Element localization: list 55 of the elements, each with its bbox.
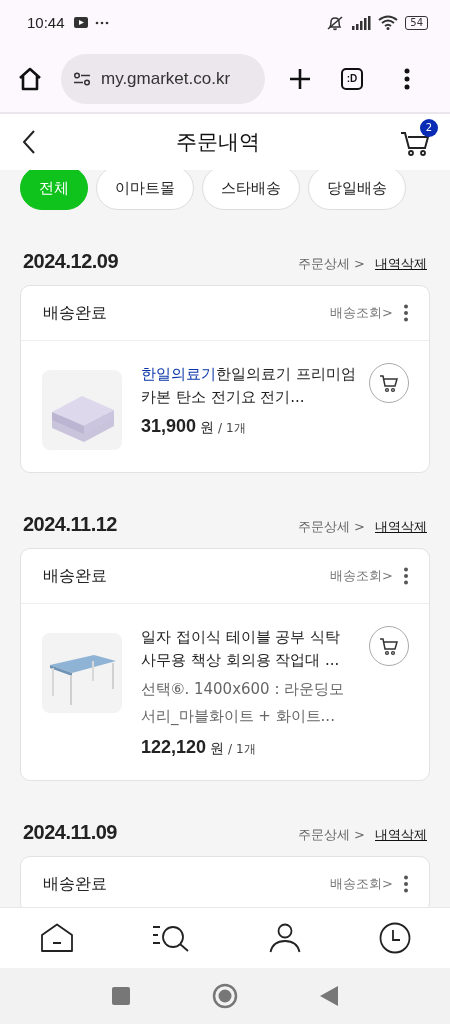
status-time: 10:44 — [27, 14, 65, 31]
cart-icon — [379, 636, 399, 656]
delivery-status: 배송완료 — [43, 873, 107, 895]
quantity: / 1개 — [228, 741, 256, 758]
tab-switcher-button[interactable]: :D — [341, 67, 363, 90]
cart-icon — [379, 373, 399, 393]
home-button-icon[interactable] — [212, 983, 238, 1009]
home-icon[interactable] — [40, 923, 74, 953]
more-icon[interactable] — [403, 567, 409, 585]
address-bar[interactable]: my.gmarket.co.kr — [61, 53, 265, 104]
tracking-link[interactable]: 배송조회> — [330, 304, 393, 322]
more-icon[interactable] — [403, 875, 409, 893]
order-detail-link[interactable]: 주문상세 > — [297, 255, 365, 273]
filter-chip[interactable]: 스타배송 — [202, 170, 300, 210]
order-detail-link[interactable]: 주문상세 > — [297, 826, 365, 844]
clock-icon[interactable] — [378, 922, 411, 954]
battery-indicator: 54 — [405, 15, 428, 30]
cart-badge: 2 — [420, 119, 438, 137]
product-option: 선택⑥. 1400x600 : 라운딩모서리_마블화이트 + 화이트... — [141, 676, 359, 730]
url-text: my.gmarket.co.kr — [101, 68, 231, 89]
price: 122,120 — [141, 737, 207, 758]
menu-icon[interactable] — [404, 67, 410, 90]
new-tab-icon[interactable] — [289, 67, 311, 90]
video-app-icon — [73, 17, 88, 28]
quantity: / 1개 — [218, 420, 246, 437]
delete-history-link[interactable]: 내역삭제 — [375, 826, 427, 844]
tracking-link[interactable]: 배송조회> — [330, 875, 393, 893]
product-name[interactable]: 일자 접이식 테이블 공부 식탁 사무용 책상 회의용 작업대 ... — [141, 626, 359, 672]
delete-history-link[interactable]: 내역삭제 — [375, 518, 427, 536]
price: 31,900 — [141, 416, 197, 437]
back-icon[interactable] — [22, 129, 36, 155]
tracking-link[interactable]: 배송조회> — [330, 567, 393, 585]
delete-history-link[interactable]: 내역삭제 — [375, 255, 427, 273]
order-date: 2024.11.09 — [23, 821, 117, 844]
page-title: 주문내역 — [175, 129, 261, 156]
delivery-status: 배송완료 — [43, 302, 107, 324]
more-notifications-icon — [94, 20, 109, 25]
filter-chip[interactable]: 이마트몰 — [96, 170, 194, 210]
mute-icon — [326, 14, 345, 31]
product-name[interactable]: 한일의료기한일의료기 프리미엄 카본 탄소 전기요 전기... — [141, 363, 359, 409]
home-icon[interactable] — [17, 65, 43, 92]
more-icon[interactable] — [403, 304, 409, 322]
currency-unit: 원 — [200, 419, 215, 437]
signal-icon — [351, 15, 372, 30]
profile-icon[interactable] — [269, 923, 302, 953]
order-date: 2024.11.12 — [23, 513, 117, 536]
order-detail-link[interactable]: 주문상세 > — [297, 518, 365, 536]
add-to-cart-button[interactable] — [369, 626, 409, 666]
site-settings-icon[interactable] — [73, 71, 91, 86]
order-date: 2024.12.09 — [23, 250, 119, 273]
currency-unit: 원 — [210, 740, 225, 758]
wifi-icon — [378, 15, 399, 30]
filter-chip[interactable]: 당일배송 — [308, 170, 406, 210]
add-to-cart-button[interactable] — [369, 363, 409, 403]
delivery-status: 배송완료 — [43, 565, 107, 587]
